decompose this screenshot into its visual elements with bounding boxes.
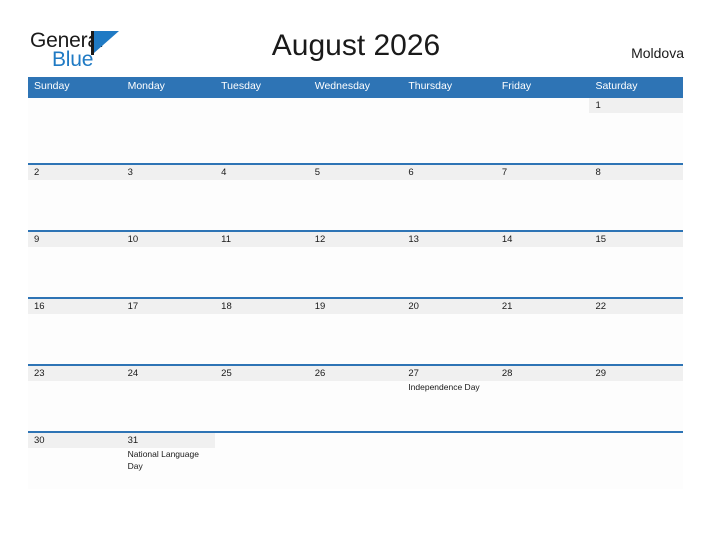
calendar-week-row: 2 3 4 5 6 7 8 <box>28 163 684 230</box>
calendar-week-row: 1 <box>28 96 684 163</box>
calendar-day-cell[interactable]: 10 <box>121 232 216 297</box>
day-number: 19 <box>314 301 326 312</box>
day-number: 5 <box>314 167 321 178</box>
day-number: 11 <box>221 234 232 245</box>
day-number: 8 <box>595 167 601 178</box>
calendar-day-cell[interactable]: 22 <box>589 299 684 364</box>
calendar-grid: Sunday Monday Tuesday Wednesday Thursday… <box>28 77 684 489</box>
weekday-tuesday: Tuesday <box>221 80 262 92</box>
calendar-empty-cell <box>121 98 216 163</box>
calendar-empty-cell <box>402 98 496 163</box>
day-number: 16 <box>34 301 45 312</box>
day-number: 29 <box>595 368 607 379</box>
day-number: 27 <box>408 368 419 379</box>
calendar-day-cell[interactable]: 19 <box>308 299 403 364</box>
day-number: 6 <box>408 167 414 178</box>
calendar-day-cell[interactable]: 17 <box>121 299 216 364</box>
calendar-day-cell[interactable]: 23 <box>28 366 122 431</box>
calendar-empty-cell <box>308 433 403 489</box>
day-number: 2 <box>34 167 40 178</box>
weekday-saturday: Saturday <box>595 80 638 92</box>
calendar-week-row: 16 17 18 19 20 21 22 <box>28 297 684 364</box>
day-number: 7 <box>501 167 508 178</box>
calendar-empty-cell <box>215 433 309 489</box>
weekday-header-row: Sunday Monday Tuesday Wednesday Thursday… <box>28 77 683 96</box>
day-number: 21 <box>501 301 513 312</box>
day-number: 3 <box>127 167 133 178</box>
calendar-day-cell[interactable]: 1 <box>589 98 684 163</box>
calendar-empty-cell <box>495 433 590 489</box>
calendar-day-cell[interactable]: 13 <box>402 232 496 297</box>
calendar-day-cell[interactable]: 25 <box>215 366 309 431</box>
page-header: General Blue August 2026 Moldova <box>0 0 712 76</box>
day-number: 14 <box>501 234 513 245</box>
weekday-monday: Monday <box>127 80 165 92</box>
calendar-weeks: 1 2 3 4 5 6 7 8 9 10 11 12 13 14 15 16 17 18 19 20 21 22 23 24 2… <box>28 96 684 489</box>
calendar-day-cell[interactable]: 28 <box>495 366 590 431</box>
day-number: 23 <box>34 368 45 379</box>
calendar-day-cell[interactable]: 2 <box>28 165 122 230</box>
calendar-day-cell[interactable]: 24 <box>121 366 216 431</box>
day-number: 20 <box>408 301 419 312</box>
calendar-empty-cell <box>308 98 403 163</box>
day-number: 4 <box>221 167 227 178</box>
day-number: 15 <box>595 234 607 245</box>
weekday-wednesday: Wednesday <box>314 80 370 92</box>
calendar-day-cell[interactable]: 11 <box>215 232 309 297</box>
calendar-day-cell[interactable]: 20 <box>402 299 496 364</box>
day-number: 25 <box>221 368 232 379</box>
day-number: 17 <box>127 301 139 312</box>
calendar-empty-cell <box>28 98 122 163</box>
weekday-friday: Friday <box>501 80 532 92</box>
calendar-day-cell[interactable]: 6 <box>402 165 496 230</box>
day-number: 26 <box>314 368 326 379</box>
day-number: 10 <box>127 234 139 245</box>
weekday-sunday: Sunday <box>34 80 70 92</box>
day-number: 9 <box>34 234 40 245</box>
calendar-day-cell[interactable]: 12 <box>308 232 403 297</box>
day-number: 13 <box>408 234 419 245</box>
day-number: 22 <box>595 301 607 312</box>
calendar-week-row: 30 31 National Language Day <box>28 431 684 489</box>
calendar-day-cell[interactable]: 29 <box>589 366 684 431</box>
calendar-week-row: 23 24 25 26 27 Independence Day 28 29 <box>28 364 684 431</box>
calendar-day-cell[interactable]: 16 <box>28 299 122 364</box>
day-number: 18 <box>221 301 232 312</box>
holiday-label: National Language Day <box>127 449 199 471</box>
calendar-day-cell[interactable]: 31 National Language Day <box>121 433 216 489</box>
calendar-day-cell[interactable]: 14 <box>495 232 590 297</box>
calendar-week-row: 9 10 11 12 13 14 15 <box>28 230 684 297</box>
calendar-empty-cell <box>589 433 684 489</box>
calendar-day-cell[interactable]: 30 <box>28 433 122 489</box>
day-number: 28 <box>501 368 513 379</box>
calendar-day-cell[interactable]: 26 <box>308 366 403 431</box>
weekday-thursday: Thursday <box>408 80 453 92</box>
day-number: 12 <box>314 234 326 245</box>
day-number: 1 <box>595 100 601 111</box>
holiday-label: Independence Day <box>408 382 480 392</box>
calendar-day-cell[interactable]: 7 <box>495 165 590 230</box>
calendar-empty-cell <box>402 433 496 489</box>
calendar-day-cell[interactable]: 9 <box>28 232 122 297</box>
calendar-day-cell[interactable]: 8 <box>589 165 684 230</box>
calendar-day-cell[interactable]: 18 <box>215 299 309 364</box>
calendar-day-cell[interactable]: 5 <box>308 165 403 230</box>
page-title: August 2026 <box>271 29 441 62</box>
calendar-day-cell[interactable]: 15 <box>589 232 684 297</box>
calendar-day-cell[interactable]: 4 <box>215 165 309 230</box>
day-number: 31 <box>127 435 139 446</box>
calendar-empty-cell <box>495 98 590 163</box>
day-number: 24 <box>127 368 139 379</box>
calendar-day-cell[interactable]: 3 <box>121 165 216 230</box>
country-label: Moldova <box>631 45 684 61</box>
calendar-day-cell[interactable]: 21 <box>495 299 590 364</box>
calendar-day-cell[interactable]: 27 Independence Day <box>402 366 496 431</box>
day-number: 30 <box>34 435 45 446</box>
calendar-empty-cell <box>215 98 309 163</box>
calendar-page: General Blue August 2026 Moldova Sunday … <box>0 0 712 550</box>
